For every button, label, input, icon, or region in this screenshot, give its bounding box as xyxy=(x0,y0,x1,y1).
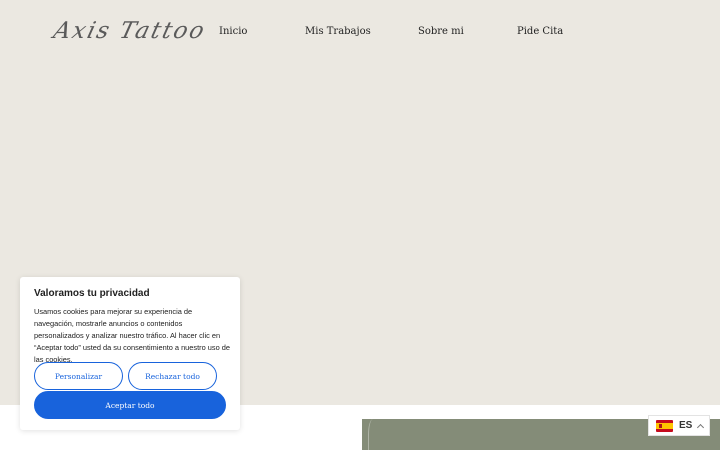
language-code: ES xyxy=(679,420,693,431)
spain-flag-icon xyxy=(656,419,673,432)
language-switcher[interactable]: ES xyxy=(648,415,710,436)
accept-all-button[interactable]: Aceptar todo xyxy=(34,391,226,419)
chevron-up-icon xyxy=(697,423,705,431)
main-nav: Inicio Mis Trabajos Sobre mi Pide Cita xyxy=(0,25,720,41)
cookie-title: Valoramos tu privacidad xyxy=(34,288,150,299)
customize-button[interactable]: Personalizar xyxy=(34,362,123,390)
nav-item-inicio[interactable]: Inicio xyxy=(219,25,247,39)
nav-item-sobre-mi[interactable]: Sobre mi xyxy=(418,25,464,39)
cookie-description: Usamos cookies para mejorar su experienc… xyxy=(34,307,230,364)
nav-item-mis-trabajos[interactable]: Mis Trabajos xyxy=(305,25,371,39)
reject-all-button[interactable]: Rechazar todo xyxy=(128,362,217,390)
nav-item-pide-cita[interactable]: Pide Cita xyxy=(517,25,563,39)
cookie-consent-panel: Valoramos tu privacidad Usamos cookies p… xyxy=(20,277,240,430)
image-detail xyxy=(368,419,378,450)
